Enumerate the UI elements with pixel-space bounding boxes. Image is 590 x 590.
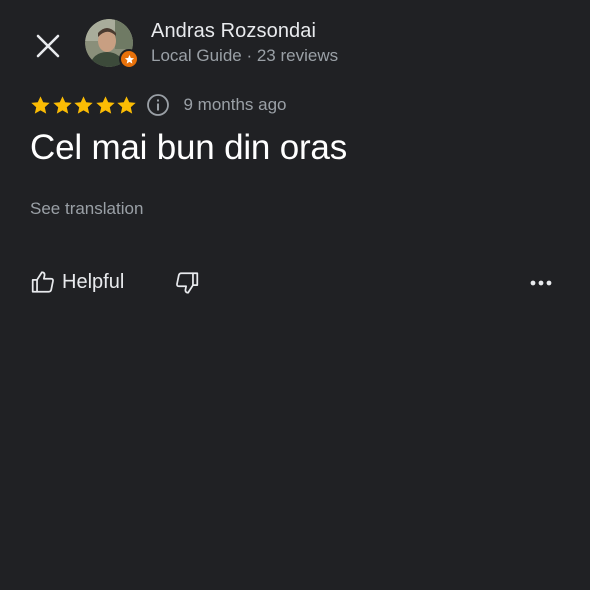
- rating-row: 9 months ago: [30, 92, 287, 118]
- local-guide-star-icon: [124, 54, 134, 64]
- close-icon: [36, 34, 60, 58]
- info-icon[interactable]: [146, 93, 170, 117]
- star-icon: [52, 95, 72, 114]
- not-helpful-button[interactable]: [172, 268, 202, 298]
- review-detail-page: Andras Rozsondai Local Guide · 23 review…: [0, 0, 590, 590]
- avatar[interactable]: [85, 19, 139, 69]
- review-time: 9 months ago: [183, 95, 287, 114]
- star-icon: [95, 95, 115, 114]
- author-meta: Local Guide · 23 reviews: [151, 46, 339, 65]
- more-horizontal-icon: [530, 280, 552, 286]
- thumbs-up-icon: [31, 271, 54, 293]
- helpful-button[interactable]: Helpful: [30, 264, 124, 300]
- local-guide-badge: [119, 49, 139, 69]
- star-icon: [117, 95, 136, 114]
- close-button[interactable]: [30, 28, 66, 64]
- helpful-label: Helpful: [62, 270, 125, 293]
- author-name[interactable]: Andras Rozsondai: [151, 20, 316, 43]
- see-translation-link[interactable]: See translation: [30, 199, 143, 219]
- star-icon: [31, 95, 50, 114]
- star-rating: [30, 95, 138, 116]
- review-text: Cel mai bun din oras: [30, 128, 347, 167]
- thumbs-down-icon: [176, 272, 199, 294]
- star-icon: [74, 95, 93, 114]
- review-actions: Helpful: [30, 264, 560, 300]
- more-options-button[interactable]: [526, 268, 556, 298]
